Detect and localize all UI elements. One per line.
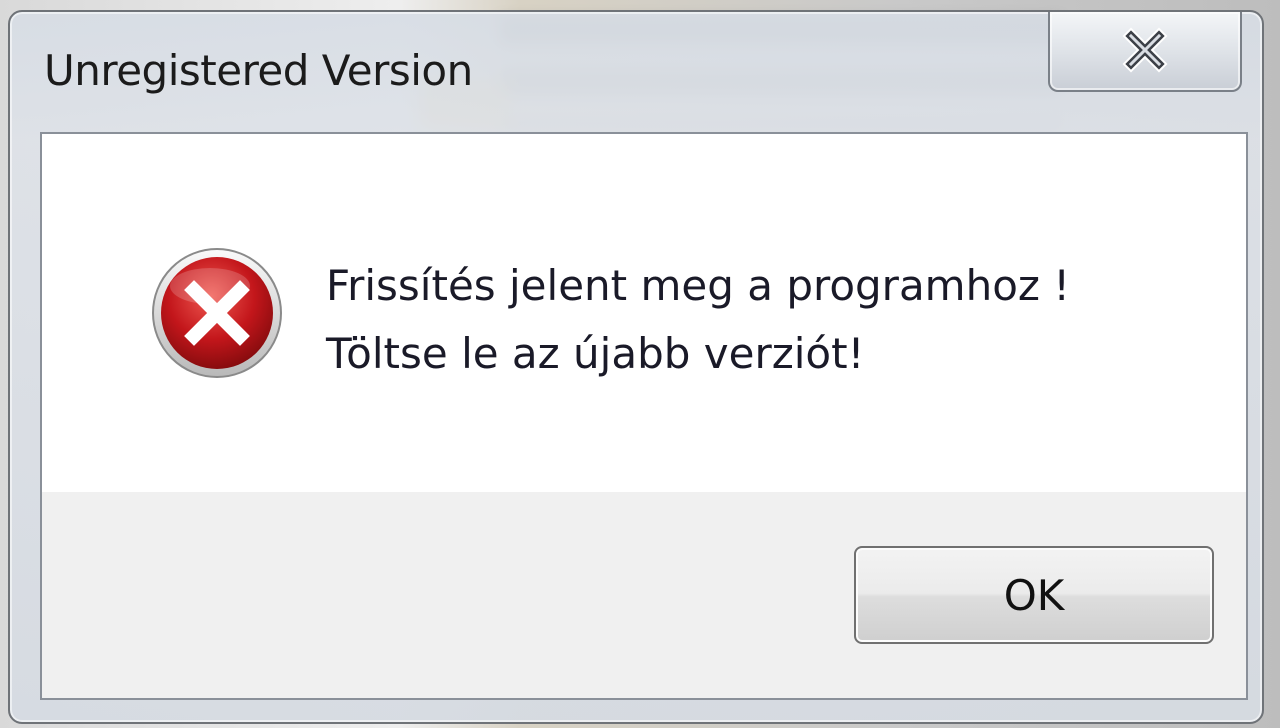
- message-line: Töltse le az újabb verziót!: [326, 329, 865, 378]
- dialog-content: Frissítés jelent meg a programhoz ! Tölt…: [40, 132, 1248, 700]
- dialog-message: Frissítés jelent meg a programhoz ! Tölt…: [326, 252, 1070, 388]
- message-area: Frissítés jelent meg a programhoz ! Tölt…: [42, 134, 1246, 492]
- close-button[interactable]: [1048, 12, 1242, 92]
- error-icon: [152, 248, 282, 378]
- ok-button[interactable]: OK: [854, 546, 1214, 644]
- message-line: Frissítés jelent meg a programhoz !: [326, 261, 1071, 310]
- close-icon: [1122, 27, 1168, 73]
- dialog-title: Unregistered Version: [44, 46, 473, 95]
- message-dialog: Unregistered Version Frissítés jelent me…: [8, 10, 1264, 724]
